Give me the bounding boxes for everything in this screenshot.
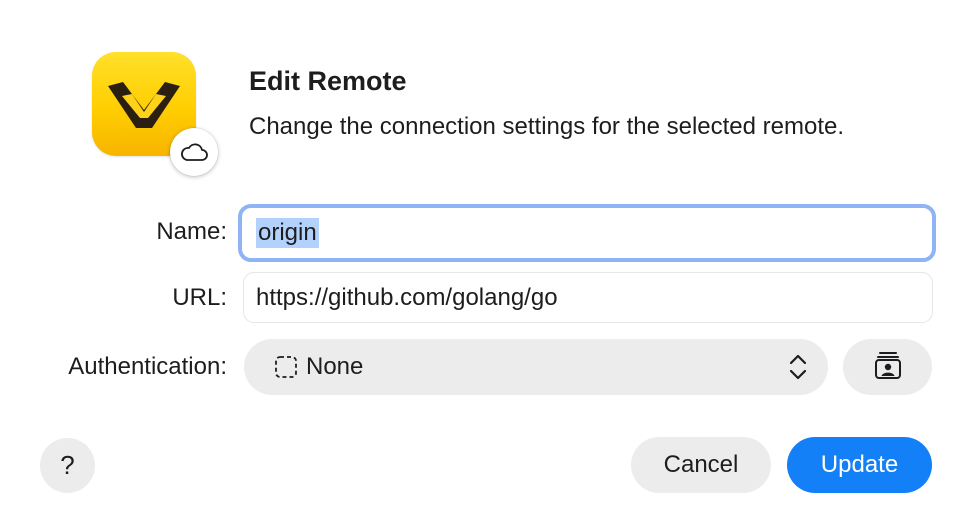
chevron-up-down-icon [788,353,808,388]
dialog-subtitle: Change the connection settings for the s… [249,113,845,140]
update-button[interactable]: Update [787,437,932,493]
keychain-button[interactable] [843,339,932,395]
authentication-select[interactable]: None [244,339,828,395]
name-field[interactable]: origin [238,204,936,262]
help-button[interactable]: ? [40,438,95,493]
cancel-button[interactable]: Cancel [631,437,771,493]
keychain-icon [873,350,903,385]
name-value[interactable]: origin [256,218,319,248]
dashed-square-icon [274,355,298,379]
authentication-value: None [306,353,364,380]
cloud-icon [170,128,218,176]
name-label: Name: [156,218,227,245]
url-field[interactable]: https://github.com/golang/go [243,272,933,323]
dialog-title: Edit Remote [249,66,407,96]
authentication-label: Authentication: [68,353,227,380]
edit-remote-dialog: Edit Remote Change the connection settin… [0,0,972,532]
url-label: URL: [172,284,227,311]
